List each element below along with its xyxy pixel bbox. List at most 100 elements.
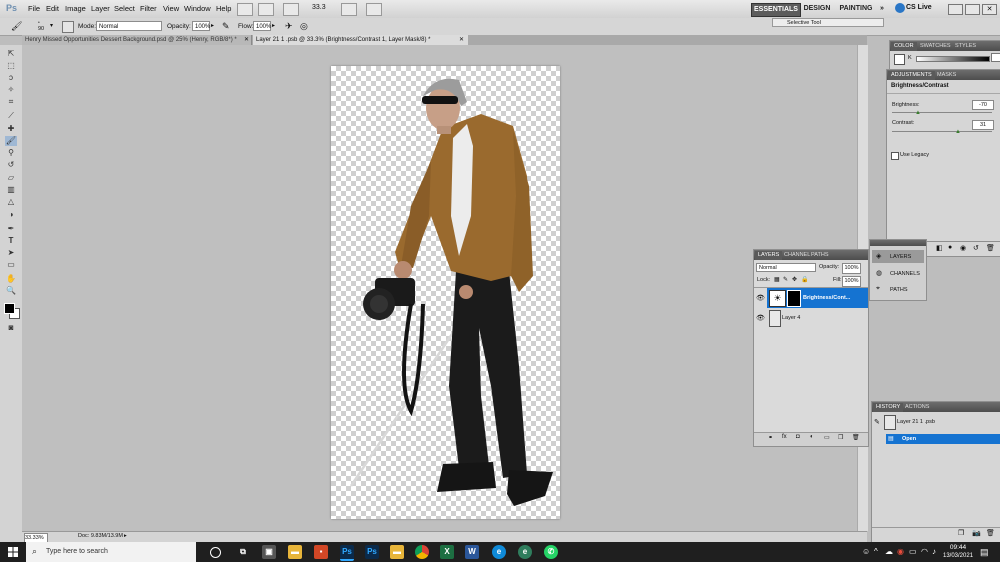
- visibility-toggle-icon[interactable]: ◉: [960, 244, 966, 252]
- adobe-cc-icon[interactable]: ◉: [897, 547, 904, 556]
- layer-name[interactable]: Brightness/Cont...: [803, 295, 850, 301]
- workspace-essentials[interactable]: ESSENTIALS: [751, 3, 801, 17]
- minimize-button[interactable]: [948, 4, 963, 15]
- hand-tool-icon[interactable]: ✋: [5, 274, 17, 284]
- file-explorer-icon[interactable]: ▬: [288, 545, 302, 559]
- blur-tool-icon[interactable]: △: [5, 197, 17, 207]
- expand-view-icon[interactable]: ◧: [936, 244, 943, 252]
- app-icon[interactable]: ▣: [262, 545, 276, 559]
- create-snapshot-icon[interactable]: 📷: [972, 529, 981, 537]
- brightness-input[interactable]: -70: [972, 100, 994, 110]
- lock-transparency-icon[interactable]: ▦: [774, 276, 780, 283]
- healing-brush-tool-icon[interactable]: ✚: [5, 124, 17, 134]
- screen-mode-icon[interactable]: [366, 3, 382, 16]
- document-size[interactable]: Doc: 9.83M/13.9M: [78, 533, 123, 539]
- delete-adjustment-icon[interactable]: 🗑: [986, 244, 995, 252]
- crop-tool-icon[interactable]: ⌗: [5, 97, 17, 107]
- brightness-slider-thumb-icon[interactable]: ▲: [915, 110, 921, 116]
- windows-start-icon[interactable]: [8, 547, 18, 557]
- brush-picker-arrow-icon[interactable]: ▾: [50, 22, 53, 29]
- menu-view[interactable]: View: [163, 4, 179, 13]
- history-brush-tool-icon[interactable]: ↺: [5, 160, 17, 170]
- whatsapp-icon[interactable]: ✆: [544, 545, 558, 559]
- eraser-tool-icon[interactable]: ▱: [5, 173, 17, 183]
- dock-paths[interactable]: ⌖ PATHS: [872, 283, 924, 296]
- brightness-slider[interactable]: [892, 112, 992, 113]
- gradient-tool-icon[interactable]: ▥: [5, 185, 17, 195]
- opacity-arrow-icon[interactable]: ▸: [211, 22, 214, 29]
- dock-channels[interactable]: ◍ CHANNELS: [872, 267, 924, 280]
- workspace-design[interactable]: DESIGN: [802, 3, 832, 15]
- new-layer-icon[interactable]: ❐: [838, 434, 843, 441]
- clock-time[interactable]: 09:44: [946, 544, 970, 551]
- people-icon[interactable]: ☺: [862, 547, 870, 556]
- eye-icon[interactable]: 👁: [756, 294, 765, 302]
- chrome-icon[interactable]: [415, 545, 429, 559]
- quick-mask-icon[interactable]: ◙: [5, 323, 17, 333]
- battery-icon[interactable]: ▭: [909, 547, 917, 556]
- menu-file[interactable]: File: [28, 4, 40, 13]
- tab-layer-21-document[interactable]: Layer 21 1 .psb @ 33.3% (Brightness/Cont…: [253, 35, 468, 45]
- lock-all-icon[interactable]: 🔒: [801, 276, 808, 283]
- folder-icon[interactable]: ▬: [390, 545, 404, 559]
- clip-layer-icon[interactable]: ●: [948, 244, 952, 251]
- tab-adjustments[interactable]: ADJUSTMENTS: [888, 71, 935, 80]
- shape-tool-icon[interactable]: ▭: [5, 260, 17, 270]
- contrast-slider-thumb-icon[interactable]: ▲: [955, 129, 961, 135]
- pressure-size-icon[interactable]: ◎: [300, 21, 308, 32]
- menu-filter[interactable]: Filter: [140, 4, 157, 13]
- reset-icon[interactable]: ↺: [973, 244, 979, 252]
- layer-row[interactable]: Layer 4: [767, 308, 868, 328]
- edge-dev-icon[interactable]: e: [518, 545, 532, 559]
- new-document-from-state-icon[interactable]: ❐: [958, 529, 964, 537]
- flow-arrow-icon[interactable]: ▸: [272, 22, 275, 29]
- cortana-icon[interactable]: [210, 547, 221, 558]
- menu-select[interactable]: Select: [114, 4, 135, 13]
- menu-layer[interactable]: Layer: [91, 4, 110, 13]
- tab-history[interactable]: HISTORY: [873, 403, 904, 412]
- link-layers-icon[interactable]: ⚭: [768, 434, 773, 441]
- move-tool-icon[interactable]: ⇱: [5, 49, 17, 59]
- history-state[interactable]: ▤ Open: [886, 434, 1000, 444]
- clone-stamp-tool-icon[interactable]: ⚲: [5, 148, 17, 158]
- clock-date[interactable]: 13/03/2021: [943, 553, 973, 559]
- mode-select[interactable]: Normal: [96, 21, 162, 31]
- photoshop-icon[interactable]: Ps: [340, 545, 354, 561]
- dodge-tool-icon[interactable]: ◑: [5, 210, 17, 220]
- k-value-input[interactable]: [991, 53, 1000, 62]
- use-legacy-checkbox[interactable]: [891, 152, 899, 160]
- eyedropper-tool-icon[interactable]: ⟋: [5, 111, 17, 121]
- color-swatch[interactable]: [894, 54, 905, 65]
- airbrush-icon[interactable]: ✈: [285, 21, 293, 32]
- tab-swatches[interactable]: SWATCHES: [917, 42, 954, 51]
- mini-bridge-icon[interactable]: [258, 3, 274, 16]
- tab-styles[interactable]: STYLES: [952, 42, 979, 51]
- notifications-icon[interactable]: ▤: [980, 547, 989, 558]
- edge-icon[interactable]: e: [492, 545, 506, 559]
- add-mask-icon[interactable]: ◘: [796, 434, 800, 440]
- type-tool-icon[interactable]: T: [5, 236, 17, 246]
- view-extras-icon[interactable]: [283, 3, 299, 16]
- pressure-opacity-icon[interactable]: ✎: [222, 21, 230, 32]
- zoom-level[interactable]: 33.3: [312, 4, 326, 11]
- eye-icon[interactable]: 👁: [756, 314, 765, 322]
- document-canvas[interactable]: [331, 66, 560, 519]
- cs-live-icon[interactable]: [895, 3, 905, 13]
- brush-size[interactable]: 90: [38, 26, 44, 32]
- brush-tool-icon[interactable]: 🖌: [5, 136, 17, 146]
- layer-opacity-input[interactable]: 100%: [842, 263, 861, 274]
- wifi-icon[interactable]: ◠: [921, 547, 928, 556]
- more-workspaces-icon[interactable]: »: [878, 3, 886, 15]
- lock-position-icon[interactable]: ✥: [792, 276, 797, 283]
- office-icon[interactable]: ▪: [314, 545, 328, 559]
- excel-icon[interactable]: X: [440, 545, 454, 559]
- close-icon[interactable]: ✕: [982, 4, 997, 15]
- foreground-color-swatch[interactable]: [4, 303, 15, 314]
- workspace-painting[interactable]: PAINTING: [838, 3, 874, 15]
- task-view-icon[interactable]: ⧉: [236, 545, 250, 559]
- status-menu-arrow-icon[interactable]: ▸: [124, 533, 127, 539]
- tab-color[interactable]: COLOR: [891, 42, 917, 51]
- zoom-tool-icon[interactable]: 🔍: [5, 286, 17, 296]
- show-hidden-icons-icon[interactable]: ^: [874, 547, 878, 556]
- k-slider[interactable]: [916, 56, 990, 62]
